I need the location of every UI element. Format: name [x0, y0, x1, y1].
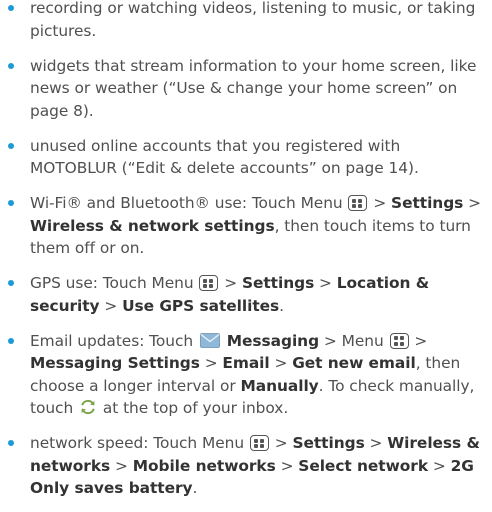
item-text: > [204, 354, 218, 372]
item-text: > [432, 456, 446, 475]
bullet-icon [8, 280, 14, 286]
menu-path-gps: Use GPS satellites [122, 296, 280, 315]
menu-path-settings: Settings [241, 274, 315, 292]
menu-key-icon [348, 195, 368, 211]
bullet-icon [8, 5, 14, 11]
item-text: at the top of your inbox. [102, 399, 289, 417]
item-text: > [280, 456, 294, 475]
item-text: > [274, 434, 288, 452]
menu-path-email: Email [222, 354, 270, 372]
bullet-icon [8, 337, 14, 344]
list-item: widgets that stream information to your … [8, 55, 488, 123]
menu-key-icon [199, 275, 219, 291]
menu-path-messaging-settings: Messaging Settings [30, 354, 200, 372]
item-text: unused online accounts that you register… [30, 136, 419, 178]
battery-tips-list: recording or watching videos, listening … [8, 0, 488, 512]
item-text: > [224, 274, 238, 292]
item-text: widgets that stream information to your … [30, 56, 477, 120]
bullet-icon [8, 62, 14, 69]
list-item: Email updates: Touch Messaging > Menu > … [8, 330, 488, 420]
menu-path-manually: Manually [240, 376, 319, 395]
item-text: . [279, 296, 284, 315]
item-text: Wi-Fi® and Bluetooth® use: Touch Menu [30, 194, 343, 212]
menu-path-settings: Settings [391, 194, 464, 212]
item-text: GPS use: Touch Menu [30, 274, 194, 292]
item-text: > [274, 354, 288, 372]
list-item: recording or watching videos, listening … [8, 0, 488, 42]
bullet-icon [8, 142, 14, 149]
menu-path-settings: Settings [292, 434, 365, 452]
menu-path-messaging: Messaging [226, 331, 320, 350]
messaging-icon [200, 332, 220, 348]
item-text: Email updates: Touch [30, 331, 194, 350]
item-text: > [373, 194, 387, 212]
list-item: GPS use: Touch Menu > Settings > Locatio… [8, 272, 488, 317]
item-text: . [192, 479, 198, 497]
menu-path-get-new-email: Get new email [292, 354, 416, 372]
item-text: > [468, 194, 481, 212]
refresh-icon [81, 399, 95, 415]
list-item: network speed: Touch Menu > Settings > W… [8, 432, 488, 500]
list-item: Wi-Fi® and Bluetooth® use: Touch Menu > … [8, 192, 488, 260]
item-text: network speed: Touch Menu [30, 434, 245, 452]
item-text: > [104, 296, 118, 315]
menu-path-mobile-networks: Mobile networks [132, 456, 276, 475]
item-text: > [319, 274, 332, 292]
menu-key-icon [249, 435, 269, 451]
item-text: > [369, 434, 383, 452]
item-text: > [414, 331, 428, 350]
list-item: unused online accounts that you register… [8, 135, 488, 180]
item-text: > Menu [323, 331, 384, 350]
menu-path-select-network: Select network [298, 456, 429, 475]
item-text: recording or watching videos, listening … [30, 0, 476, 40]
bullet-icon [8, 200, 14, 206]
bullet-icon [8, 440, 14, 446]
menu-path-wireless: Wireless & network settings [30, 216, 275, 235]
menu-key-icon [389, 332, 409, 349]
item-text: > [114, 456, 128, 475]
